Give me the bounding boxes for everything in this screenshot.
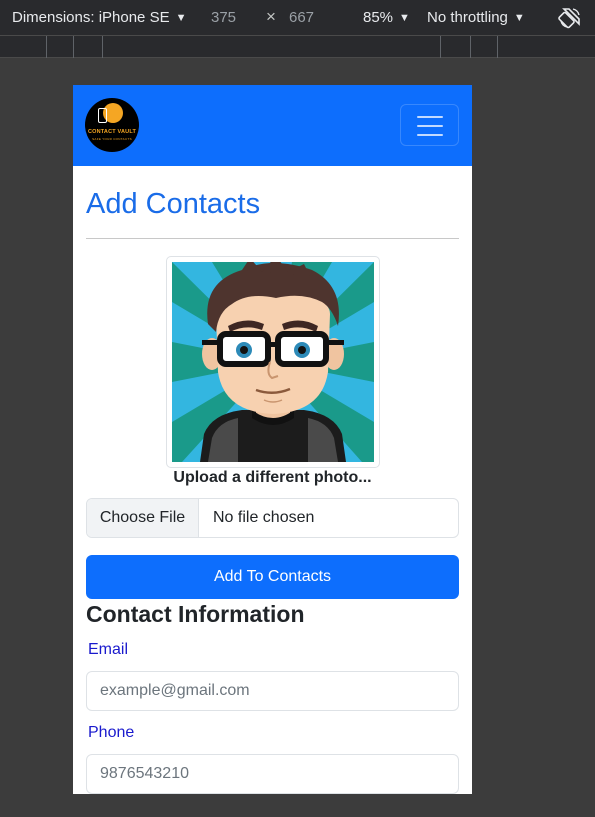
- file-status-text: No file chosen: [213, 509, 315, 526]
- brand-logo[interactable]: CONTACT VAULT SAFE YOUR CONTACTS: [85, 98, 139, 152]
- device-viewport: CONTACT VAULT SAFE YOUR CONTACTS Add Con…: [73, 85, 472, 794]
- device-selector[interactable]: Dimensions: iPhone SE ▼: [12, 9, 186, 26]
- contact-information-heading: Contact Information: [86, 601, 305, 627]
- photo-file-input[interactable]: Choose File No file chosen: [86, 498, 459, 538]
- email-field[interactable]: example@gmail.com: [86, 671, 459, 711]
- times-icon: ×: [266, 7, 276, 26]
- navbar-toggler-button[interactable]: [400, 104, 459, 146]
- device-label: Dimensions: iPhone SE: [12, 9, 170, 26]
- avatar-image: [172, 262, 374, 462]
- throttling-label: No throttling: [427, 9, 508, 26]
- chevron-down-icon: ▼: [513, 11, 525, 24]
- phone-field[interactable]: 9876543210: [86, 754, 459, 794]
- zoom-label: 85%: [363, 9, 394, 26]
- devtools-toolbar: Dimensions: iPhone SE ▼ 375 × 667 85% ▼ …: [0, 0, 595, 36]
- add-to-contacts-button[interactable]: Add To Contacts: [86, 555, 459, 599]
- chevron-down-icon: ▼: [175, 11, 187, 24]
- phone-label: Phone: [88, 724, 135, 741]
- throttling-selector[interactable]: No throttling ▼: [427, 9, 525, 26]
- rotate-icon[interactable]: [558, 6, 582, 30]
- upload-photo-label: Upload a different photo...: [173, 469, 372, 486]
- logo-brand-text: CONTACT VAULT: [87, 129, 137, 135]
- width-input[interactable]: 375: [211, 9, 236, 26]
- navbar: CONTACT VAULT SAFE YOUR CONTACTS: [73, 85, 472, 166]
- page-title: Add Contacts: [86, 188, 261, 220]
- divider: [86, 238, 459, 239]
- media-query-ruler: [0, 36, 595, 58]
- logo-tagline-text: SAFE YOUR CONTACTS: [92, 137, 132, 141]
- zoom-selector[interactable]: 85% ▼: [363, 9, 410, 26]
- avatar-thumbnail: [166, 256, 380, 468]
- email-label: Email: [88, 641, 129, 658]
- hamburger-icon: [417, 116, 443, 118]
- choose-file-button[interactable]: Choose File: [87, 499, 199, 537]
- logo-phone-icon: [98, 108, 107, 123]
- chevron-down-icon: ▼: [399, 11, 410, 24]
- height-input[interactable]: 667: [289, 9, 314, 26]
